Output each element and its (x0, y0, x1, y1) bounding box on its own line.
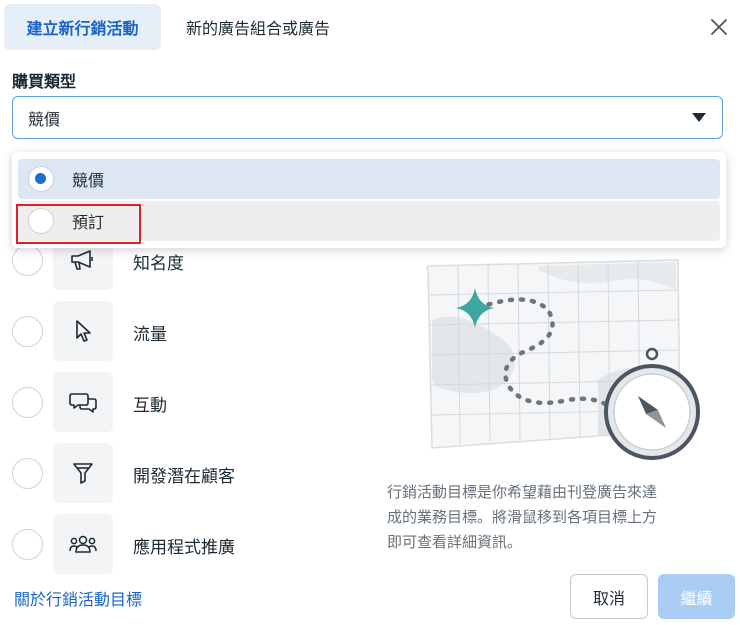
buying-type-select[interactable]: 競價 (12, 96, 723, 139)
objective-label: 互動 (133, 396, 167, 416)
tab-new-campaign-label: 建立新行銷活動 (26, 19, 139, 38)
people-icon (53, 514, 113, 574)
close-button[interactable] (704, 12, 734, 42)
buying-type-value: 競價 (28, 109, 61, 129)
tab-new-adset-or-ad[interactable]: 新的廣告組合或廣告 (170, 4, 346, 50)
objective-radio[interactable] (12, 245, 43, 276)
option-auction[interactable]: 競價 (18, 159, 720, 199)
option-reservation[interactable]: 預訂 (18, 201, 720, 241)
objective-radio[interactable] (12, 387, 43, 418)
map-compass-illustration (426, 259, 700, 460)
buying-type-label: 購買類型 (12, 72, 77, 91)
objective-label: 應用程式推廣 (133, 538, 235, 558)
buying-type-menu: 競價 預訂 (12, 152, 726, 248)
caret-down-icon (692, 113, 706, 122)
cursor-icon (53, 301, 113, 361)
continue-button[interactable]: 繼續 (658, 574, 735, 619)
about-objectives-link[interactable]: 關於行銷活動目標 (14, 586, 142, 610)
objective-app-promotion[interactable]: 應用程式推廣 (0, 514, 360, 574)
option-reservation-label: 預訂 (72, 213, 105, 232)
continue-button-label: 繼續 (680, 588, 713, 608)
description-line: 行銷活動目標是你希望藉由刊登廣告來達 (387, 483, 658, 501)
objective-label: 知名度 (133, 254, 184, 274)
description-line: 即可查看詳細資訊。 (387, 533, 523, 551)
description-line: 成的業務目標。將滑鼠移到各項目標上方 (387, 508, 658, 526)
objective-label: 開發潛在顧客 (133, 467, 235, 487)
chat-bubbles-icon (53, 372, 113, 432)
objective-traffic[interactable]: 流量 (0, 301, 360, 361)
radio-reservation[interactable] (28, 208, 54, 234)
objective-radio[interactable] (12, 458, 43, 489)
objective-radio[interactable] (12, 316, 43, 347)
objective-engagement[interactable]: 互動 (0, 372, 360, 432)
tab-new-adset-label: 新的廣告組合或廣告 (186, 19, 331, 38)
objective-label: 流量 (133, 325, 167, 345)
cancel-button[interactable]: 取消 (570, 574, 648, 619)
radio-auction[interactable] (28, 166, 54, 192)
objective-leads[interactable]: 開發潛在顧客 (0, 443, 360, 503)
cancel-button-label: 取消 (592, 588, 625, 608)
tab-new-campaign[interactable]: 建立新行銷活動 (4, 4, 161, 50)
option-auction-label: 競價 (72, 171, 105, 190)
funnel-icon (53, 443, 113, 503)
objective-description: 行銷活動目標是你希望藉由刊登廣告來達 成的業務目標。將滑鼠移到各項目標上方 即可… (387, 480, 723, 555)
close-icon (711, 19, 727, 35)
objective-radio[interactable] (12, 529, 43, 560)
